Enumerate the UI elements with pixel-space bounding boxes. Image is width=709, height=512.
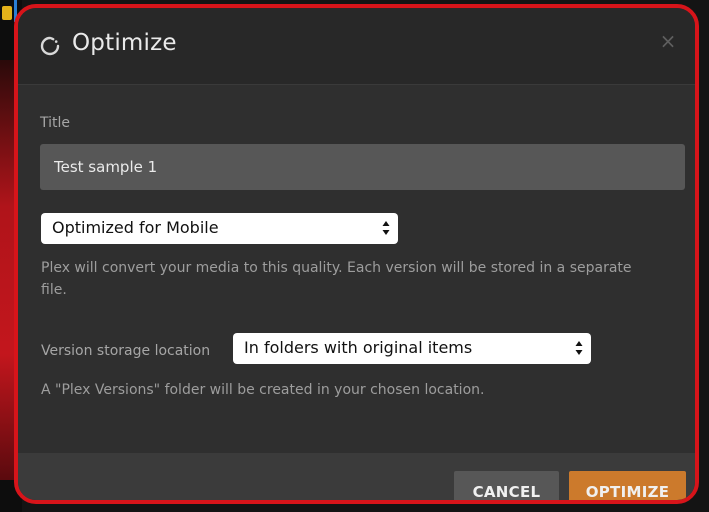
dialog-body: Title Optimized for Mobile Plex will con… — [18, 85, 695, 453]
loading-spinner-icon — [40, 36, 60, 56]
dialog-title: Optimize — [72, 30, 177, 56]
title-input[interactable] — [40, 144, 685, 190]
storage-location-select[interactable]: In folders with original items — [233, 333, 591, 364]
cancel-button[interactable]: CANCEL — [454, 471, 559, 500]
dialog-header: Optimize × — [18, 8, 695, 85]
background-folder-icon — [2, 6, 12, 20]
title-label: Title — [40, 115, 71, 131]
storage-location-label: Version storage location — [41, 343, 211, 359]
optimize-dialog: Optimize × Title Optimized for Mobile Pl… — [14, 4, 699, 504]
storage-select-value: In folders with original items — [244, 338, 473, 357]
quality-select[interactable]: Optimized for Mobile — [41, 213, 398, 244]
select-arrows-icon — [575, 341, 583, 355]
close-icon[interactable]: × — [659, 31, 677, 51]
storage-hint: A "Plex Versions" folder will be created… — [41, 382, 485, 398]
dialog-footer: CANCEL OPTIMIZE — [18, 453, 695, 500]
quality-hint: Plex will convert your media to this qua… — [41, 260, 632, 298]
select-arrows-icon — [382, 221, 390, 235]
quality-select-value: Optimized for Mobile — [52, 218, 219, 237]
optimize-button[interactable]: OPTIMIZE — [569, 471, 686, 500]
